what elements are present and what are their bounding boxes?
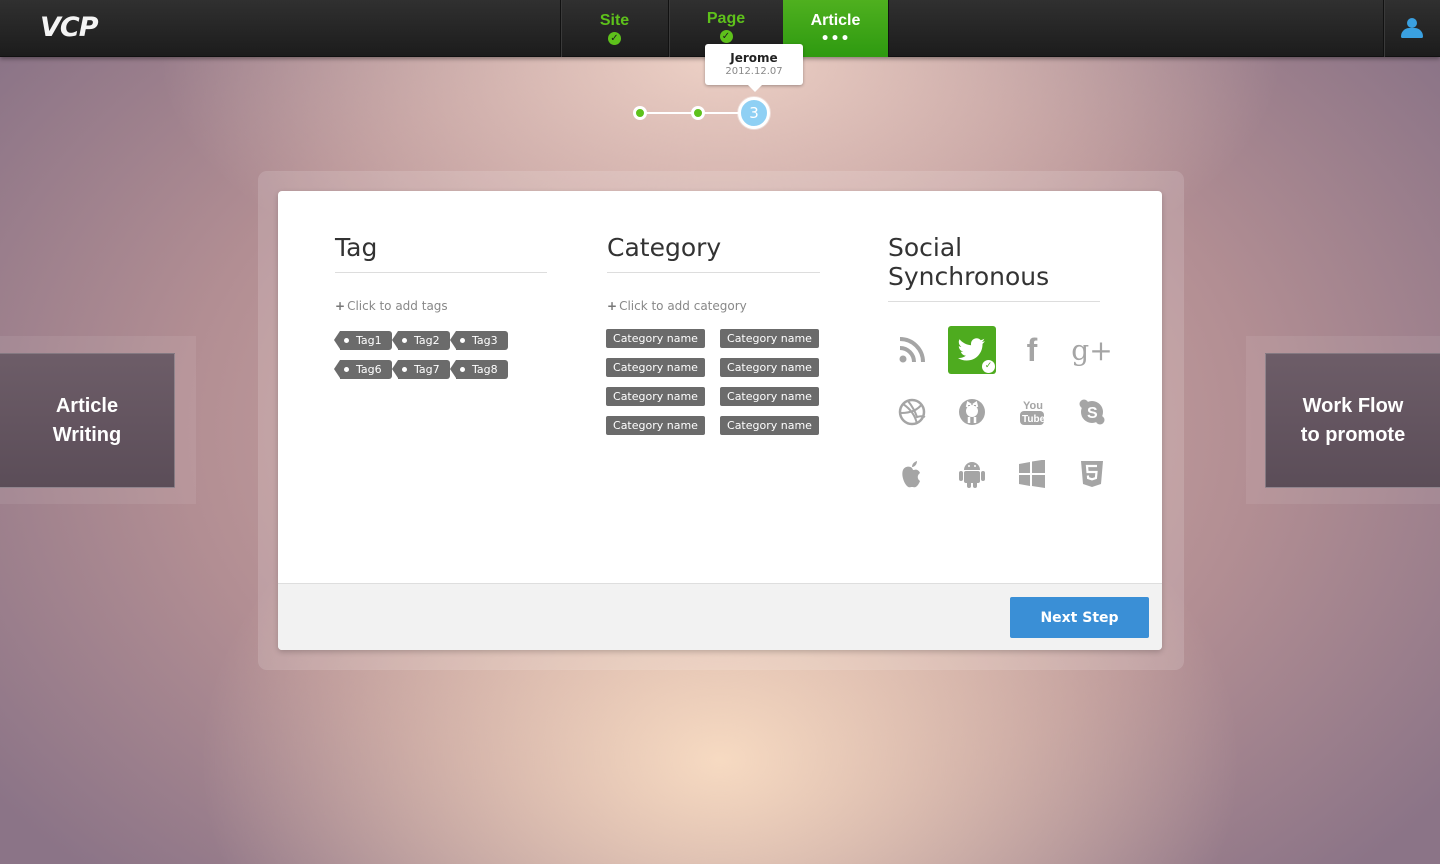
- step-tooltip: Jerome 2012.12.07: [705, 44, 803, 92]
- windows-icon[interactable]: [1008, 450, 1056, 498]
- nav-step-page-label: Page: [706, 10, 746, 27]
- social-title: Social Synchronous: [888, 233, 1100, 302]
- tag-item[interactable]: Tag1: [334, 331, 392, 350]
- svg-text:S: S: [1087, 405, 1098, 422]
- user-account-button[interactable]: [1383, 0, 1440, 57]
- prev-panel-article-writing[interactable]: Article Writing: [0, 353, 175, 488]
- html5-icon[interactable]: [1068, 450, 1116, 498]
- tag-section: Tag + Click to add tags Tag1 Tag2 Tag3 Tag6 T…: [334, 233, 547, 379]
- android-icon[interactable]: [948, 450, 996, 498]
- tag-item[interactable]: Tag6: [334, 360, 392, 379]
- add-tag-link[interactable]: + Click to add tags: [335, 299, 547, 313]
- apple-icon[interactable]: [888, 450, 936, 498]
- nav-step-site[interactable]: Site ✓: [560, 0, 668, 57]
- facebook-icon[interactable]: f: [1008, 326, 1056, 374]
- article-settings-card: Tag + Click to add tags Tag1 Tag2 Tag3 Tag6 T…: [278, 191, 1162, 650]
- nav-divider: [888, 0, 889, 57]
- progress-step-1-done[interactable]: [633, 106, 647, 120]
- nav-step-site-label: Site: [599, 12, 630, 29]
- dribbble-icon[interactable]: [888, 388, 936, 436]
- nav-step-article-label: Article: [810, 12, 861, 29]
- category-item[interactable]: Category name: [606, 387, 705, 406]
- add-category-label: Click to add category: [619, 299, 747, 313]
- vcp-logo[interactable]: VCP: [40, 12, 98, 43]
- github-icon[interactable]: [948, 388, 996, 436]
- add-tag-label: Click to add tags: [347, 299, 448, 313]
- category-list: Category name Category name Category name C…: [606, 329, 820, 435]
- progress-step-current[interactable]: 3: [738, 97, 770, 129]
- category-title: Category: [607, 233, 820, 273]
- selected-check-icon: ✓: [982, 360, 995, 373]
- social-section: Social Synchronous ✓ f g+ You Tube S: [888, 233, 1113, 498]
- category-section: Category + Click to add category Category…: [606, 233, 820, 435]
- next-panel-work-flow[interactable]: Work Flow to promote: [1265, 353, 1440, 488]
- progress-step-2-done[interactable]: [691, 106, 705, 120]
- plus-icon: +: [607, 299, 618, 313]
- plus-icon: +: [335, 299, 346, 313]
- progress-track: [640, 112, 740, 114]
- twitter-icon[interactable]: ✓: [948, 326, 996, 374]
- tooltip-author: Jerome: [730, 51, 778, 65]
- google-plus-icon[interactable]: g+: [1068, 326, 1116, 374]
- social-icon-grid: ✓ f g+ You Tube S: [888, 326, 1113, 498]
- category-item[interactable]: Category name: [606, 358, 705, 377]
- tooltip-date: 2012.12.07: [725, 66, 783, 77]
- user-icon-body: [1401, 28, 1423, 38]
- tag-item[interactable]: Tag3: [450, 331, 508, 350]
- skype-icon[interactable]: S: [1068, 388, 1116, 436]
- youtube-icon[interactable]: You Tube: [1008, 388, 1056, 436]
- card-footer: Next Step: [278, 583, 1162, 650]
- check-icon: ✓: [719, 30, 733, 43]
- tag-item[interactable]: Tag2: [392, 331, 450, 350]
- user-icon: [1407, 18, 1417, 28]
- next-panel-line-1: Work Flow: [1302, 394, 1404, 417]
- rss-icon[interactable]: [888, 326, 936, 374]
- category-item[interactable]: Category name: [720, 329, 819, 348]
- tag-title: Tag: [335, 233, 547, 273]
- next-step-button[interactable]: Next Step: [1010, 597, 1149, 638]
- prev-panel-line-1: Article: [55, 394, 119, 417]
- check-icon: ✓: [608, 32, 621, 45]
- next-panel-line-2: to promote: [1300, 423, 1406, 446]
- category-item[interactable]: Category name: [720, 358, 819, 377]
- tag-list: Tag1 Tag2 Tag3 Tag6 Tag7 Tag8: [334, 331, 547, 379]
- svg-text:Tube: Tube: [1022, 414, 1045, 425]
- add-category-link[interactable]: + Click to add category: [607, 299, 820, 313]
- category-item[interactable]: Category name: [606, 416, 705, 435]
- category-item[interactable]: Category name: [606, 329, 705, 348]
- category-item[interactable]: Category name: [720, 387, 819, 406]
- svg-text:You: You: [1023, 400, 1043, 412]
- tag-item[interactable]: Tag7: [392, 360, 450, 379]
- tag-item[interactable]: Tag8: [450, 360, 508, 379]
- prev-panel-line-2: Writing: [52, 423, 122, 446]
- more-dots-icon: •••: [820, 31, 851, 47]
- category-item[interactable]: Category name: [720, 416, 819, 435]
